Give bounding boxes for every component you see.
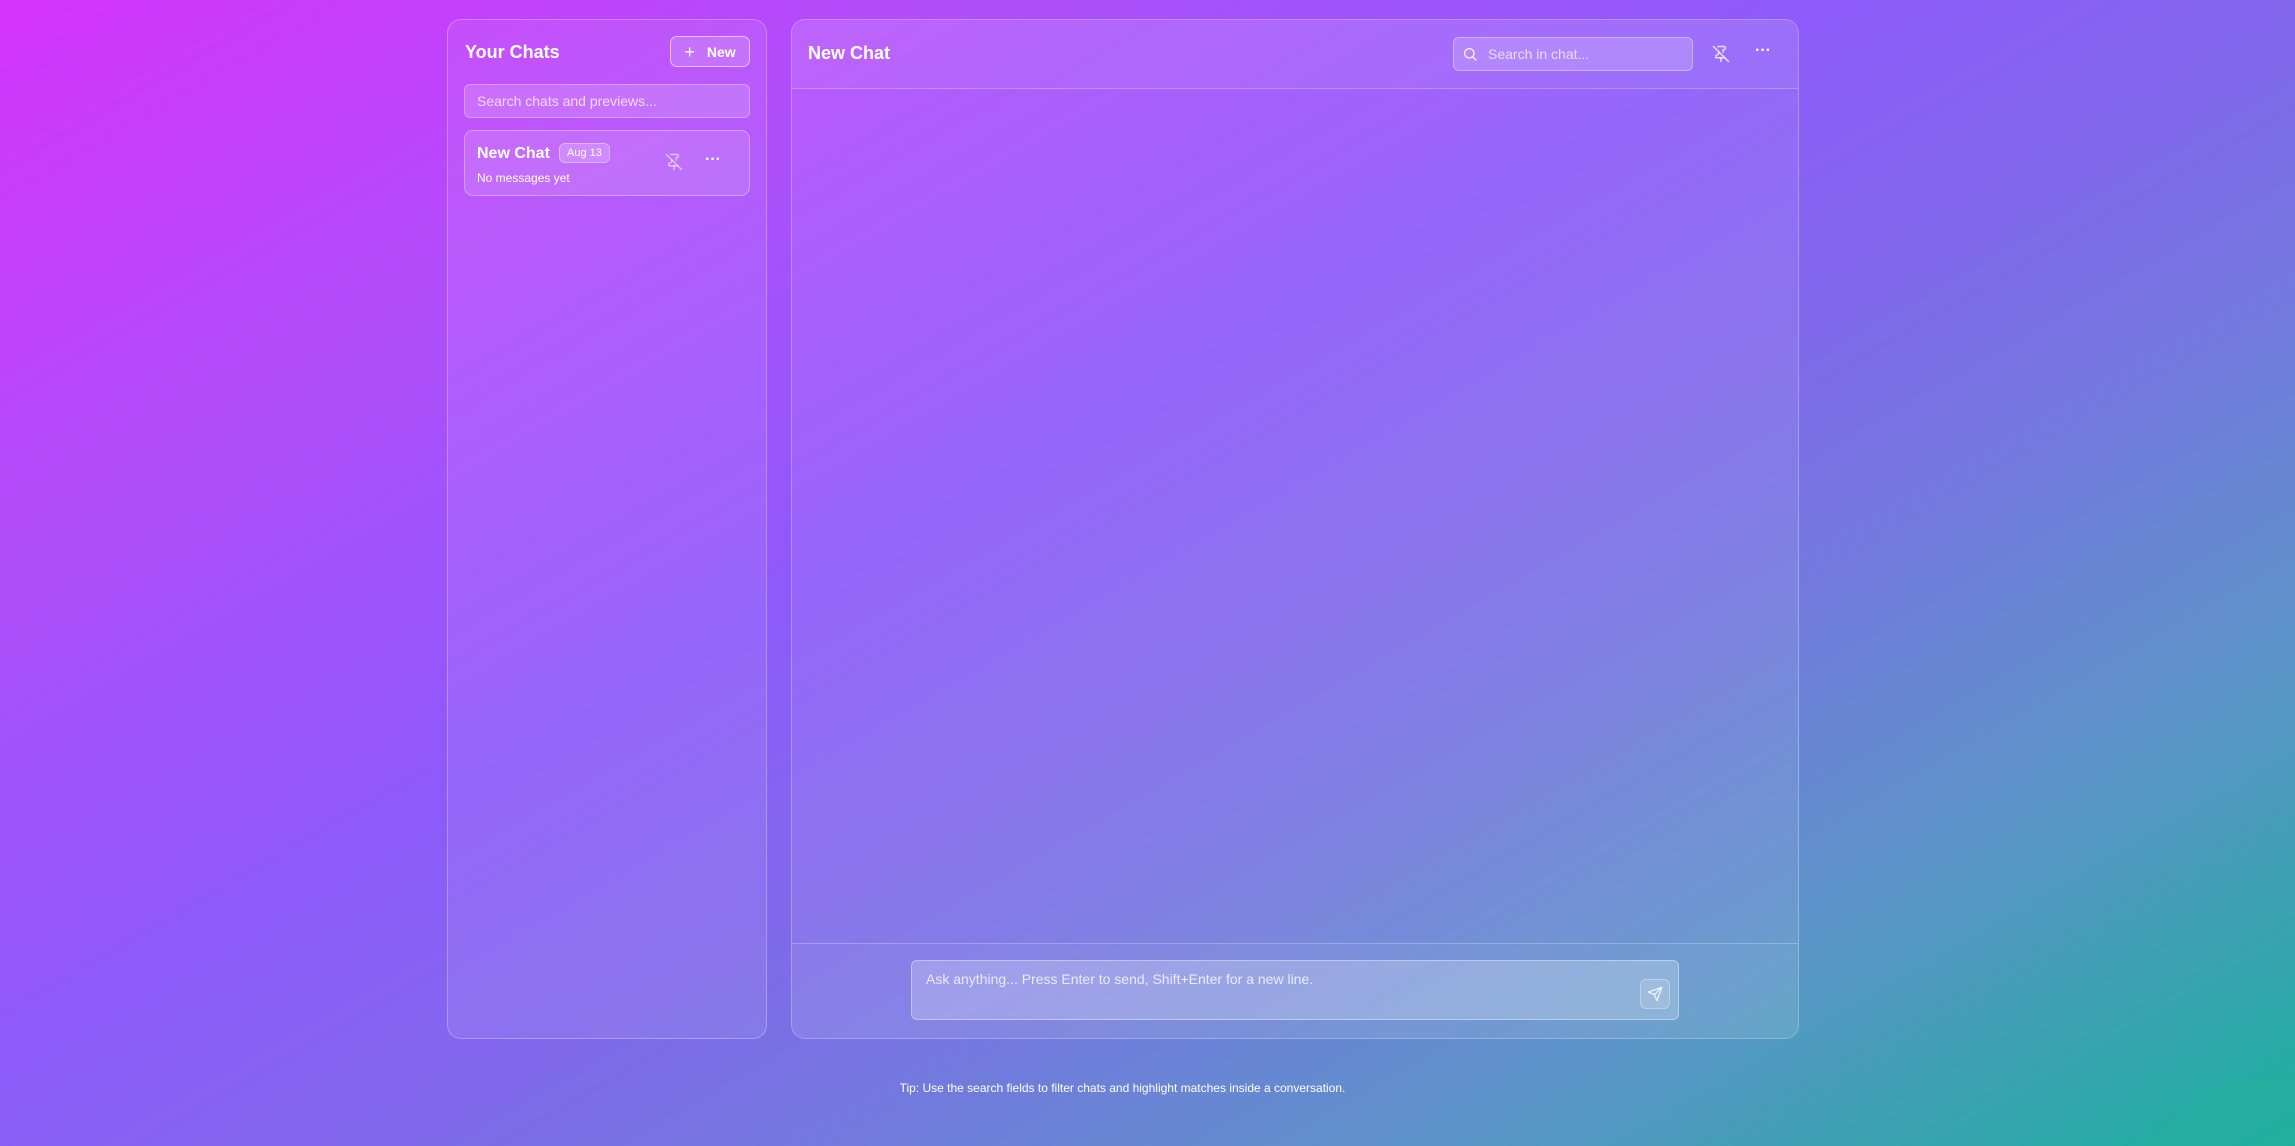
- chat-list-item[interactable]: New Chat Aug 13 No messages yet ···: [464, 130, 750, 196]
- more-horizontal-icon[interactable]: ···: [705, 151, 721, 169]
- new-chat-button[interactable]: + New: [670, 36, 750, 67]
- search-in-chat-input[interactable]: [1486, 45, 1680, 63]
- footer-tip: Tip: Use the search fields to filter cha…: [899, 1081, 1346, 1095]
- chat-item-preview: No messages yet: [477, 171, 570, 185]
- chat-sidebar: Your Chats + New New Chat Aug 13 No mess…: [447, 19, 767, 1039]
- chat-item-title: New Chat: [477, 145, 550, 162]
- sidebar-title: Your Chats: [465, 42, 560, 62]
- pin-off-icon[interactable]: [1712, 45, 1730, 63]
- send-icon: [1647, 986, 1663, 1002]
- pin-off-icon[interactable]: [665, 153, 683, 171]
- message-input[interactable]: [924, 969, 1618, 1013]
- send-button[interactable]: [1640, 979, 1670, 1009]
- chat-title: New Chat: [808, 43, 891, 63]
- search-icon: [1464, 48, 1477, 61]
- composer-bar: [792, 943, 1798, 1038]
- message-area[interactable]: [792, 89, 1798, 944]
- new-chat-button-label: New: [706, 43, 736, 60]
- plus-icon: +: [684, 41, 695, 62]
- chat-main-panel: New Chat ···: [791, 19, 1799, 1039]
- composer: [911, 960, 1679, 1020]
- search-in-chat-field[interactable]: [1453, 37, 1693, 71]
- chat-header: New Chat ···: [792, 20, 1798, 89]
- more-horizontal-icon[interactable]: ···: [1755, 42, 1771, 60]
- search-chats-input[interactable]: [464, 84, 750, 118]
- chat-item-date-badge: Aug 13: [559, 143, 610, 163]
